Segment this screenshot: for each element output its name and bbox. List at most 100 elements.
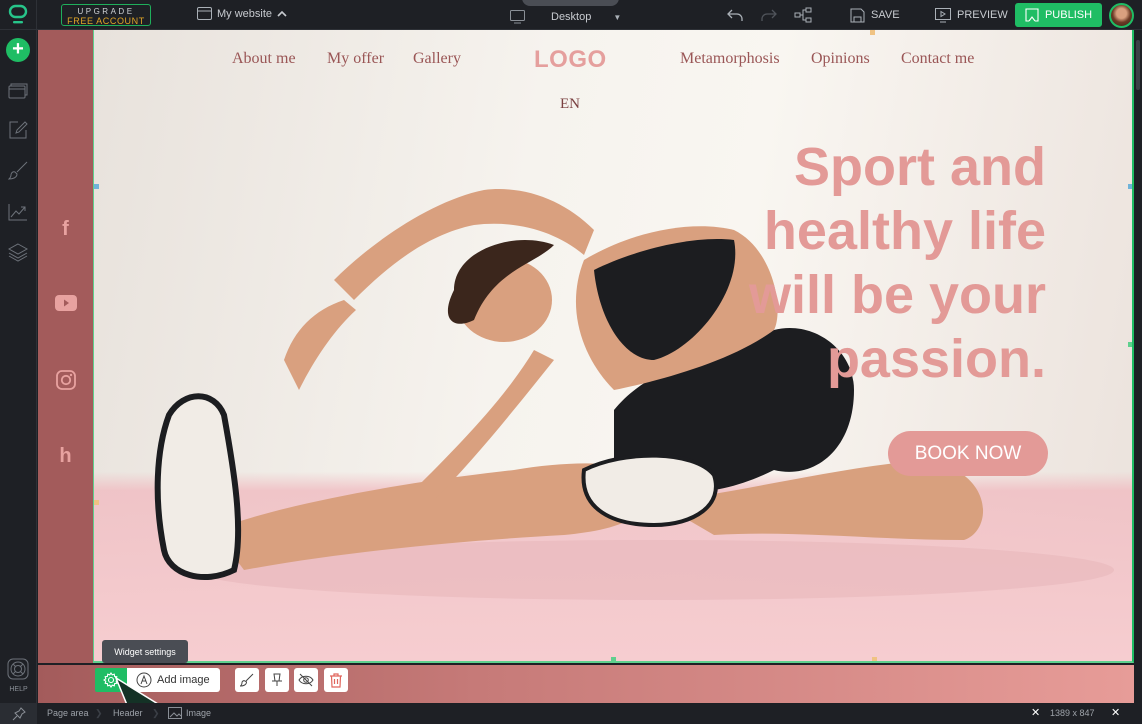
preview-icon xyxy=(935,7,951,22)
free-account-label: FREE ACCOUNT xyxy=(67,16,145,26)
edit-content-button[interactable] xyxy=(6,118,30,142)
language-switcher[interactable]: EN xyxy=(560,96,580,113)
canvas-scrollbar[interactable] xyxy=(1135,30,1142,703)
headline-line: Sport and xyxy=(794,137,1046,197)
window-icon xyxy=(197,7,212,20)
site-selector[interactable]: My website xyxy=(197,7,287,20)
dimensions-readout: 1389 x 847 xyxy=(1050,708,1095,718)
nav-contact-me[interactable]: Contact me xyxy=(901,50,974,68)
redo-icon xyxy=(761,9,777,21)
nav-my-offer[interactable]: My offer xyxy=(327,50,384,68)
nav-metamorphosis[interactable]: Metamorphosis xyxy=(680,50,780,68)
chart-icon xyxy=(8,204,27,221)
pin-button[interactable] xyxy=(265,668,289,692)
brush-icon xyxy=(240,673,254,687)
upgrade-label: UPGRADE xyxy=(77,7,135,16)
trash-icon xyxy=(330,672,342,688)
layers-icon xyxy=(8,243,28,262)
device-label: Desktop xyxy=(551,11,592,23)
device-selector[interactable]: Desktop ▼ xyxy=(510,8,630,26)
left-toolbar: + HELP xyxy=(0,30,37,703)
resize-handle[interactable] xyxy=(611,657,616,661)
hide-button[interactable] xyxy=(294,668,318,692)
headline-line: will be your xyxy=(748,265,1046,325)
help-label: HELP xyxy=(9,686,28,693)
add-image-label: Add image xyxy=(157,674,210,686)
nav-opinions[interactable]: Opinions xyxy=(811,50,870,68)
edit-icon xyxy=(9,121,28,139)
resize-handle[interactable] xyxy=(94,500,99,505)
facebook-icon: f xyxy=(62,218,69,240)
instagram-icon xyxy=(55,370,76,390)
houzz-icon: h xyxy=(59,445,72,467)
close-icon[interactable]: ✕ xyxy=(1111,706,1120,719)
headline-line: passion. xyxy=(826,329,1046,389)
resize-handle[interactable] xyxy=(870,30,875,35)
youtube-icon xyxy=(54,295,77,311)
publish-label: PUBLISH xyxy=(1044,9,1093,21)
breadcrumb-image[interactable]: Image xyxy=(186,708,211,718)
user-avatar[interactable] xyxy=(1109,3,1134,28)
brush-icon xyxy=(8,161,28,180)
widget-settings-tooltip: Widget settings xyxy=(102,640,188,663)
breadcrumb-separator: ❯ xyxy=(95,708,103,718)
pages-icon xyxy=(8,83,28,99)
preview-label: PREVIEW xyxy=(957,9,1008,21)
pin-icon xyxy=(12,706,26,720)
breadcrumb-separator: ❯ xyxy=(152,708,160,718)
eye-off-icon xyxy=(298,673,314,687)
sitemap-icon xyxy=(794,7,812,23)
save-label: SAVE xyxy=(871,9,900,21)
site-logo[interactable]: LOGO xyxy=(534,46,607,74)
nav-gallery[interactable]: Gallery xyxy=(413,50,461,68)
undo-icon xyxy=(727,9,743,21)
desktop-icon xyxy=(510,10,525,24)
nav-about-me[interactable]: About me xyxy=(232,50,296,68)
statistics-button[interactable] xyxy=(6,200,30,224)
lifebuoy-icon xyxy=(7,658,29,680)
headline-line: healthy life xyxy=(763,201,1046,261)
add-element-button[interactable]: + xyxy=(6,38,30,62)
close-icon[interactable]: ✕ xyxy=(1031,706,1040,719)
scrollbar-thumb[interactable] xyxy=(1136,40,1140,90)
sitemap-button[interactable] xyxy=(794,6,812,24)
collapse-tab[interactable] xyxy=(522,0,619,6)
top-bar: UPGRADE FREE ACCOUNT My website Desktop … xyxy=(0,0,1142,30)
design-button[interactable] xyxy=(6,159,30,183)
instagram-link[interactable] xyxy=(38,370,93,390)
website-canvas[interactable]: About me My offer Gallery LOGO Metamorph… xyxy=(93,30,1134,663)
facebook-link[interactable]: f xyxy=(38,218,93,241)
resize-handle[interactable] xyxy=(1128,184,1132,189)
app-logo[interactable] xyxy=(0,0,37,30)
upgrade-button[interactable]: UPGRADE FREE ACCOUNT xyxy=(61,4,151,26)
app-logo-icon xyxy=(8,4,28,24)
preview-button[interactable]: PREVIEW xyxy=(935,6,1008,24)
breadcrumb-header[interactable]: Header xyxy=(113,708,143,718)
pin-breadcrumb-button[interactable] xyxy=(0,703,37,724)
resize-handle[interactable] xyxy=(872,657,877,661)
help-button[interactable] xyxy=(6,657,30,681)
style-button[interactable] xyxy=(235,668,259,692)
book-now-button[interactable]: BOOK NOW xyxy=(888,431,1048,476)
image-icon xyxy=(168,707,182,719)
save-button[interactable]: SAVE xyxy=(850,6,900,24)
caret-down-icon: ▼ xyxy=(613,12,622,22)
undo-button[interactable] xyxy=(726,6,744,24)
publish-button[interactable]: PUBLISH xyxy=(1015,3,1102,27)
social-sidebar: f h xyxy=(38,30,93,663)
delete-button[interactable] xyxy=(324,668,348,692)
houzz-link[interactable]: h xyxy=(38,445,93,468)
publish-icon xyxy=(1025,8,1039,22)
hero-headline: Sport and healthy life will be your pass… xyxy=(686,135,1046,391)
youtube-link[interactable] xyxy=(38,295,93,311)
plus-icon: + xyxy=(12,38,24,60)
site-name: My website xyxy=(217,7,273,20)
resize-handle[interactable] xyxy=(94,184,99,189)
breadcrumb-page-area[interactable]: Page area xyxy=(47,708,89,718)
redo-button[interactable] xyxy=(760,6,778,24)
pin-icon xyxy=(272,673,282,686)
resize-handle[interactable] xyxy=(1128,342,1132,347)
status-bar: Page area ❯ Header ❯ Image ✕ 1389 x 847 … xyxy=(0,703,1142,724)
layers-button[interactable] xyxy=(6,240,30,264)
pages-button[interactable] xyxy=(6,78,30,102)
